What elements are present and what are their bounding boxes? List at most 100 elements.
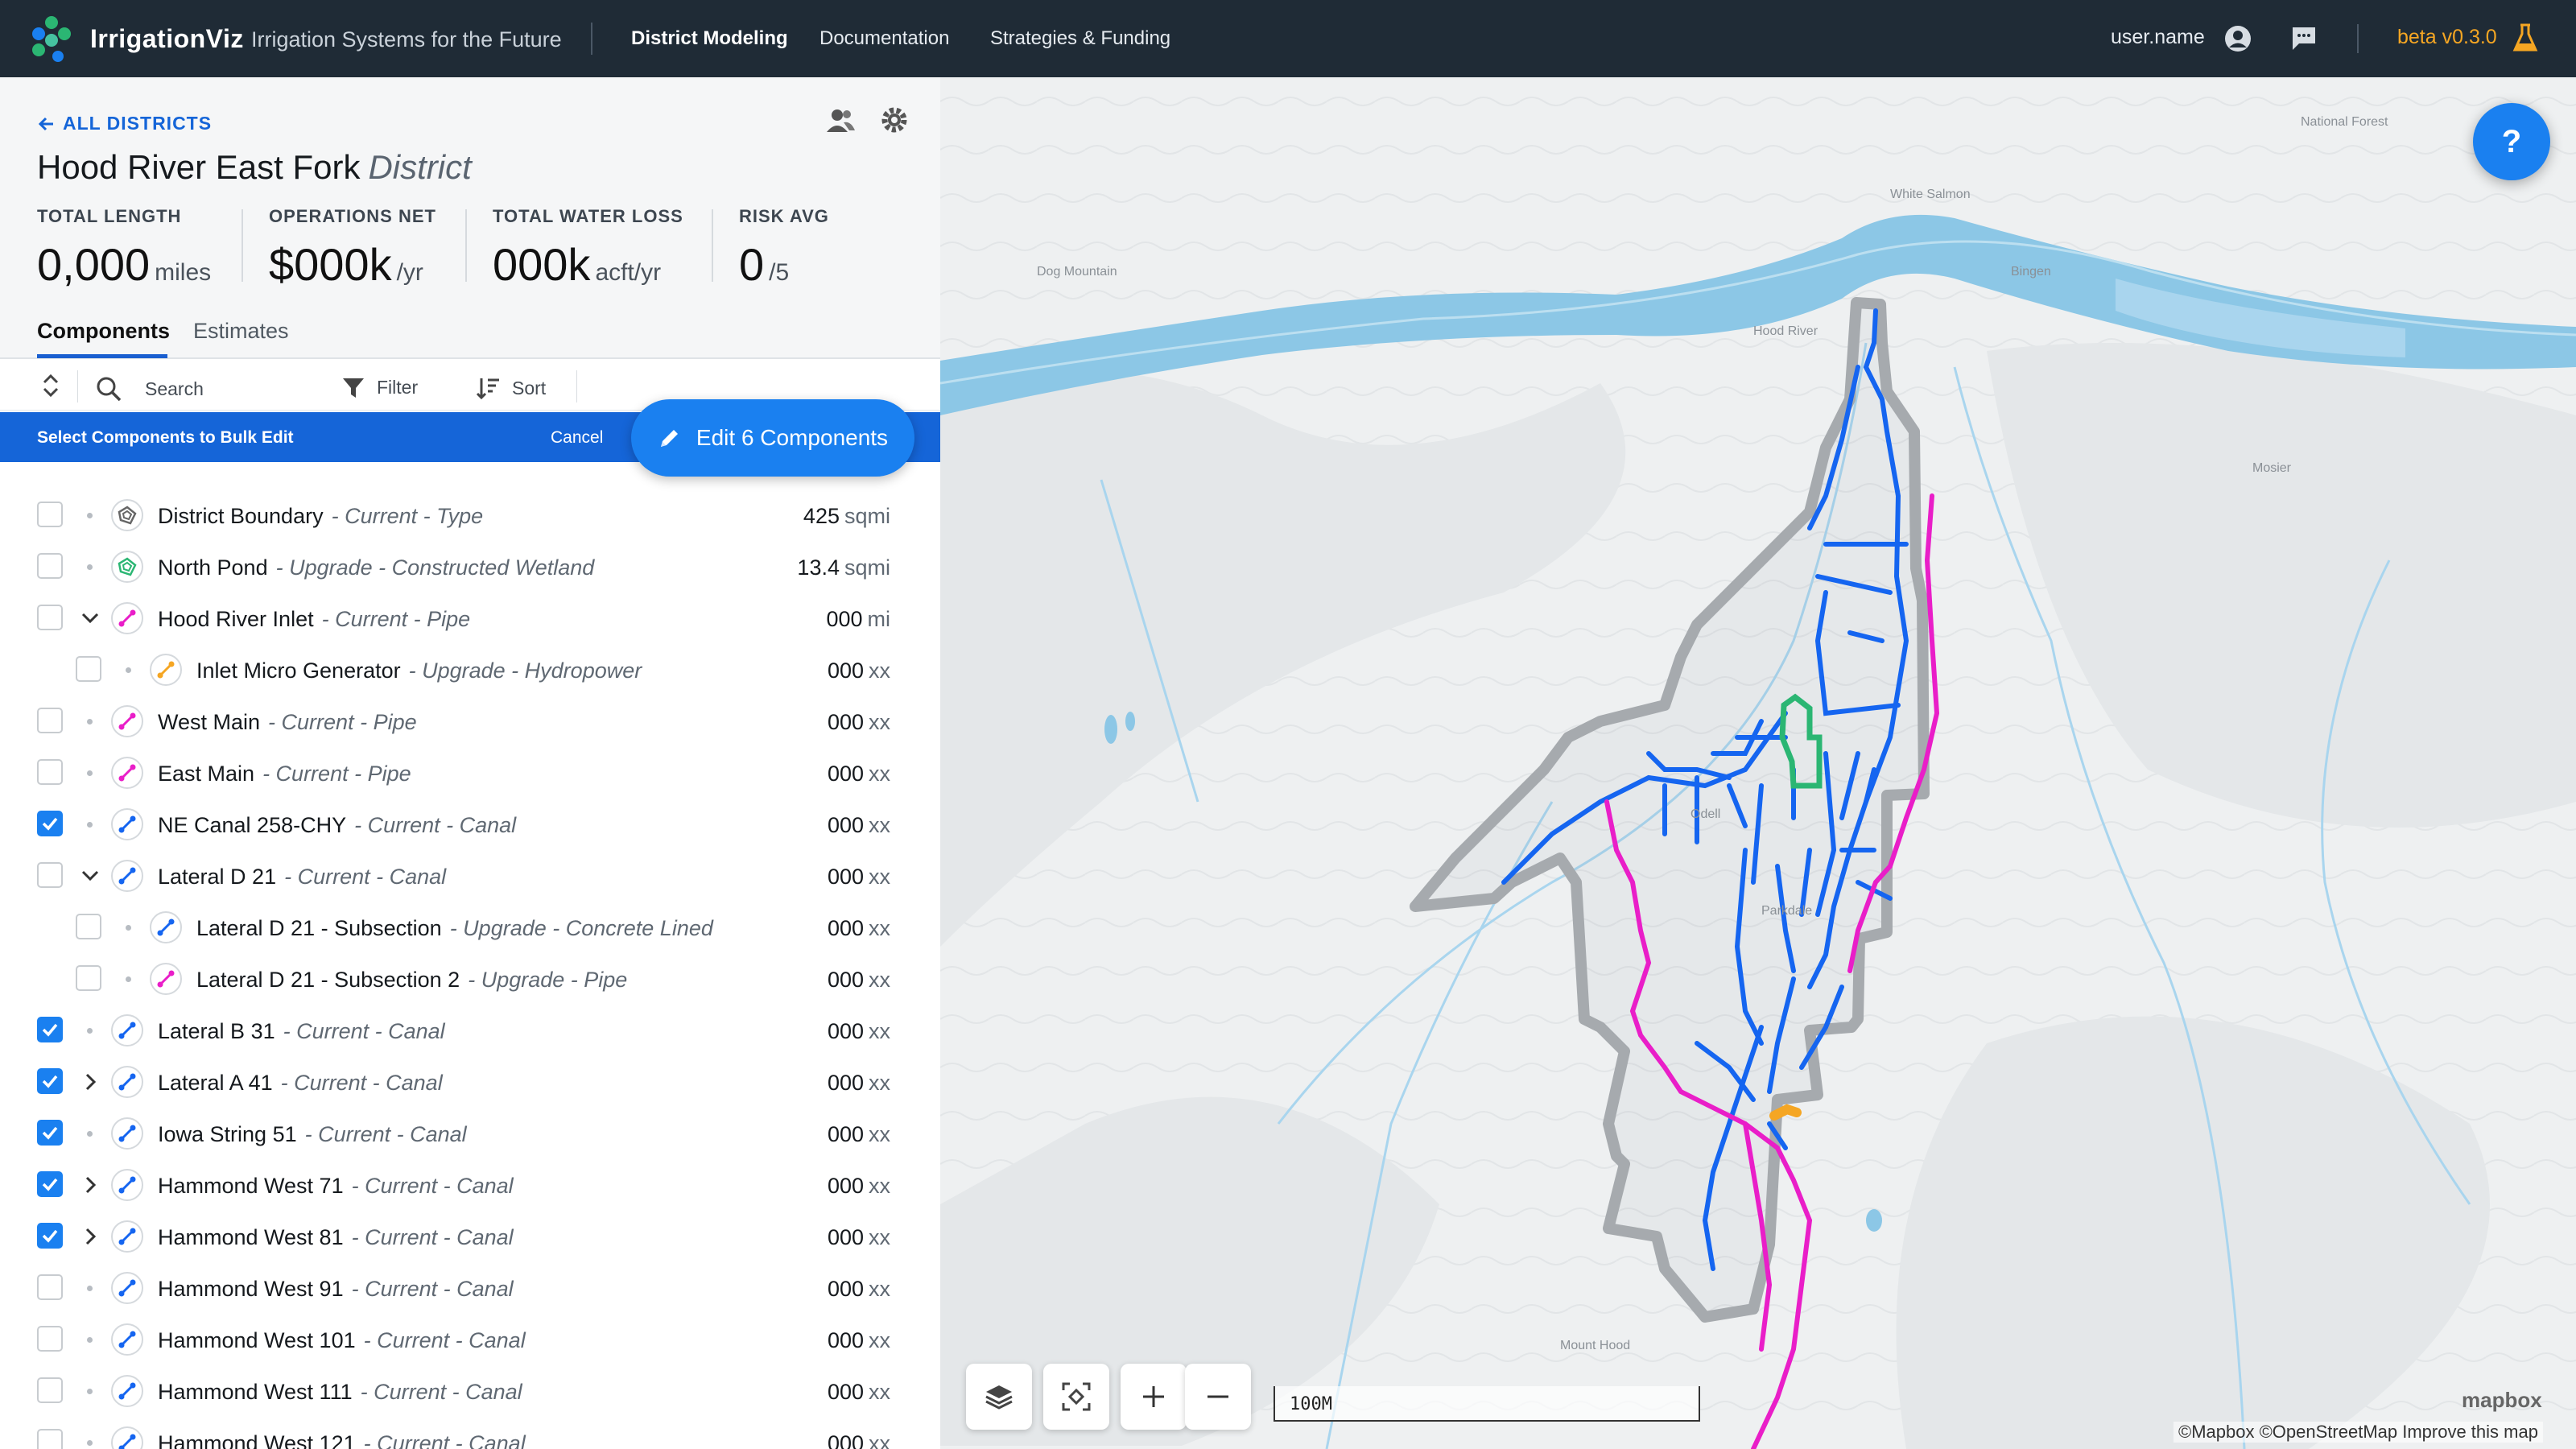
nav-strategies-funding[interactable]: Strategies & Funding bbox=[990, 27, 1170, 50]
component-name[interactable]: Hammond West 71 - Current - Canal bbox=[158, 1174, 514, 1199]
component-name[interactable]: Inlet Micro Generator - Upgrade - Hydropo… bbox=[196, 658, 642, 683]
row-checkbox[interactable] bbox=[37, 811, 63, 836]
row-checkbox[interactable] bbox=[37, 862, 63, 888]
wetland-icon bbox=[111, 551, 143, 583]
zoom-in-button[interactable] bbox=[1121, 1364, 1187, 1430]
row-checkbox[interactable] bbox=[37, 1274, 63, 1300]
active-tab-indicator bbox=[37, 354, 167, 358]
row-checkbox[interactable] bbox=[37, 1377, 63, 1403]
chevron-down-icon[interactable] bbox=[79, 865, 101, 887]
filter-button[interactable]: Filter bbox=[341, 375, 418, 399]
row-checkbox[interactable] bbox=[37, 1068, 63, 1094]
expand-collapse-icon[interactable] bbox=[39, 372, 63, 399]
user-account-icon[interactable] bbox=[2223, 24, 2252, 53]
list-item[interactable]: Hammond West 121 - Current - Canal 000 xx bbox=[0, 1417, 940, 1449]
list-item[interactable]: Lateral B 31 - Current - Canal 000 xx bbox=[0, 1005, 940, 1056]
list-item[interactable]: Iowa String 51 - Current - Canal 000 xx bbox=[0, 1108, 940, 1159]
list-item[interactable]: Lateral D 21 - Subsection 2 - Upgrade - P… bbox=[0, 953, 940, 1005]
inlet-micro-generator[interactable] bbox=[1769, 1104, 1802, 1121]
row-checkbox[interactable] bbox=[37, 605, 63, 630]
tab-components[interactable]: Components bbox=[37, 319, 170, 344]
username[interactable]: user.name bbox=[2111, 26, 2205, 49]
canal-icon bbox=[111, 860, 143, 892]
component-name[interactable]: Hammond West 121 - Current - Canal bbox=[158, 1431, 526, 1449]
row-checkbox[interactable] bbox=[37, 1429, 63, 1449]
row-checkbox[interactable] bbox=[76, 656, 101, 682]
component-name[interactable]: Iowa String 51 - Current - Canal bbox=[158, 1122, 467, 1147]
nav-district-modeling[interactable]: District Modeling bbox=[631, 27, 788, 50]
people-icon[interactable] bbox=[824, 106, 857, 135]
flask-icon[interactable] bbox=[2512, 23, 2539, 53]
list-item[interactable]: Hammond West 111 - Current - Canal 000 xx bbox=[0, 1365, 940, 1417]
component-name[interactable]: Lateral D 21 - Current - Canal bbox=[158, 865, 446, 890]
irrigationviz-logo-icon[interactable] bbox=[29, 14, 74, 63]
component-value-number: 000 bbox=[827, 916, 864, 940]
map-attribution[interactable]: ©Mapbox ©OpenStreetMap Improve this map bbox=[2174, 1422, 2543, 1443]
component-name[interactable]: Hood River Inlet - Current - Pipe bbox=[158, 607, 470, 632]
component-name[interactable]: Lateral D 21 - Subsection 2 - Upgrade - P… bbox=[196, 968, 627, 993]
list-item[interactable]: North Pond - Upgrade - Constructed Wetlan… bbox=[0, 541, 940, 592]
component-name[interactable]: North Pond - Upgrade - Constructed Wetlan… bbox=[158, 555, 594, 580]
sort-button[interactable]: Sort bbox=[475, 375, 546, 401]
component-name[interactable]: Hammond West 101 - Current - Canal bbox=[158, 1328, 526, 1353]
list-item[interactable]: Hammond West 71 - Current - Canal 000 xx bbox=[0, 1159, 940, 1211]
chevron-right-icon[interactable] bbox=[79, 1071, 101, 1093]
list-item[interactable]: Hammond West 81 - Current - Canal 000 xx bbox=[0, 1211, 940, 1262]
component-name[interactable]: Lateral B 31 - Current - Canal bbox=[158, 1019, 445, 1044]
list-item[interactable]: Hood River Inlet - Current - Pipe 000 mi bbox=[0, 592, 940, 644]
list-item[interactable]: Lateral D 21 - Subsection - Upgrade - Con… bbox=[0, 902, 940, 953]
feedback-chat-icon[interactable] bbox=[2289, 24, 2318, 53]
component-name[interactable]: Lateral A 41 - Current - Canal bbox=[158, 1071, 443, 1096]
component-meta: - Upgrade - Hydropower bbox=[408, 658, 642, 683]
mapbox-logo[interactable]: mapbox bbox=[2462, 1388, 2542, 1413]
row-checkbox[interactable] bbox=[37, 1223, 63, 1249]
search-button[interactable]: Search bbox=[95, 375, 204, 402]
place-label-mosier: Mosier bbox=[2252, 461, 2292, 475]
row-checkbox[interactable] bbox=[37, 1120, 63, 1146]
brand-name[interactable]: IrrigationViz bbox=[90, 24, 244, 54]
list-item[interactable]: Lateral D 21 - Current - Canal 000 xx bbox=[0, 850, 940, 902]
chevron-down-icon[interactable] bbox=[79, 607, 101, 630]
row-checkbox[interactable] bbox=[76, 914, 101, 939]
row-checkbox[interactable] bbox=[37, 1017, 63, 1042]
layers-button[interactable] bbox=[966, 1364, 1032, 1430]
nav-documentation[interactable]: Documentation bbox=[819, 27, 949, 50]
gear-icon[interactable] bbox=[879, 105, 910, 135]
component-name[interactable]: Hammond West 111 - Current - Canal bbox=[158, 1380, 522, 1405]
row-checkbox[interactable] bbox=[37, 759, 63, 785]
help-button[interactable]: ? bbox=[2473, 103, 2550, 180]
chevron-right-icon[interactable] bbox=[79, 1225, 101, 1248]
cancel-button[interactable]: Cancel bbox=[551, 428, 603, 448]
list-item[interactable]: Hammond West 101 - Current - Canal 000 xx bbox=[0, 1314, 940, 1365]
tab-estimates[interactable]: Estimates bbox=[193, 319, 289, 344]
list-item[interactable]: Lateral A 41 - Current - Canal 000 xx bbox=[0, 1056, 940, 1108]
row-checkbox[interactable] bbox=[76, 965, 101, 991]
component-name[interactable]: Hammond West 91 - Current - Canal bbox=[158, 1277, 514, 1302]
component-name[interactable]: East Main - Current - Pipe bbox=[158, 762, 411, 786]
component-value: 000 xx bbox=[828, 1174, 890, 1199]
component-name-text: Iowa String 51 bbox=[158, 1122, 297, 1146]
list-item[interactable]: NE Canal 258-CHY - Current - Canal 000 xx bbox=[0, 799, 940, 850]
all-districts-link[interactable]: ALL DISTRICTS bbox=[37, 113, 212, 134]
district-map[interactable]: White Salmon Bingen Hood River Mosier Od… bbox=[940, 77, 2576, 1449]
component-name[interactable]: NE Canal 258-CHY - Current - Canal bbox=[158, 813, 516, 838]
row-checkbox[interactable] bbox=[37, 553, 63, 579]
row-checkbox[interactable] bbox=[37, 502, 63, 527]
edit-components-button[interactable]: Edit 6 Components bbox=[631, 399, 914, 477]
component-name[interactable]: District Boundary - Current - Type bbox=[158, 504, 483, 529]
map-canvas[interactable]: White Salmon Bingen Hood River Mosier Od… bbox=[940, 77, 2576, 1449]
row-checkbox[interactable] bbox=[37, 708, 63, 733]
list-item[interactable]: West Main - Current - Pipe 000 xx bbox=[0, 696, 940, 747]
list-item[interactable]: East Main - Current - Pipe 000 xx bbox=[0, 747, 940, 799]
component-name[interactable]: Lateral D 21 - Subsection - Upgrade - Con… bbox=[196, 916, 713, 941]
component-name[interactable]: Hammond West 81 - Current - Canal bbox=[158, 1225, 514, 1250]
component-name[interactable]: West Main - Current - Pipe bbox=[158, 710, 417, 735]
fit-bounds-button[interactable] bbox=[1043, 1364, 1109, 1430]
list-item[interactable]: District Boundary - Current - Type 425 sqmi bbox=[0, 489, 940, 541]
list-item[interactable]: Hammond West 91 - Current - Canal 000 xx bbox=[0, 1262, 940, 1314]
list-item[interactable]: Inlet Micro Generator - Upgrade - Hydropo… bbox=[0, 644, 940, 696]
row-checkbox[interactable] bbox=[37, 1326, 63, 1352]
chevron-right-icon[interactable] bbox=[79, 1174, 101, 1196]
zoom-out-button[interactable] bbox=[1185, 1364, 1251, 1430]
row-checkbox[interactable] bbox=[37, 1171, 63, 1197]
